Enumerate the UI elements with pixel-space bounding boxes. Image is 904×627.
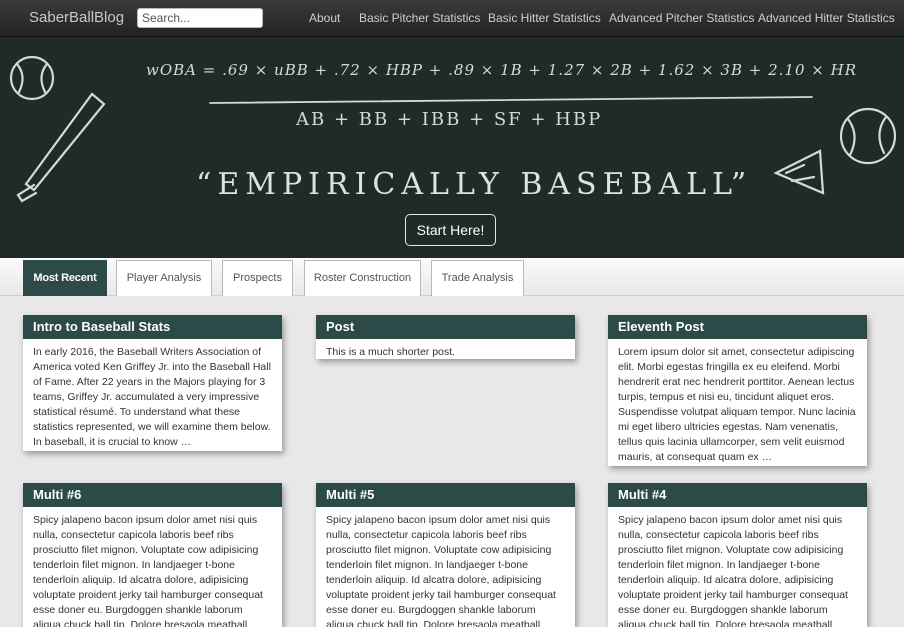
post-title[interactable]: Post xyxy=(316,315,575,339)
post-excerpt: This is a much shorter post. xyxy=(326,346,455,358)
post-card[interactable]: Multi #4 Spicy jalapeno bacon ipsum dolo… xyxy=(608,483,867,627)
nav-link-advanced-pitcher-statistics[interactable]: Advanced Pitcher Statistics xyxy=(609,11,754,25)
nav-link-basic-hitter-statistics[interactable]: Basic Hitter Statistics xyxy=(488,11,601,25)
start-here-button[interactable]: Start Here! xyxy=(405,214,496,246)
tab-roster-construction[interactable]: Roster Construction xyxy=(304,260,421,296)
post-card[interactable]: Multi #6 Spicy jalapeno bacon ipsum dolo… xyxy=(23,483,282,627)
post-excerpt: Spicy jalapeno bacon ipsum dolor amet ni… xyxy=(618,514,848,627)
post-title[interactable]: Multi #4 xyxy=(608,483,867,507)
post-excerpt: Spicy jalapeno bacon ipsum dolor amet ni… xyxy=(326,514,556,627)
post-card[interactable]: Post This is a much shorter post. xyxy=(316,315,575,359)
post-excerpt: Spicy jalapeno bacon ipsum dolor amet ni… xyxy=(33,514,263,627)
glove-icon xyxy=(773,149,825,195)
post-card[interactable]: Multi #5 Spicy jalapeno bacon ipsum dolo… xyxy=(316,483,575,627)
post-title[interactable]: Multi #5 xyxy=(316,483,575,507)
nav-link-basic-pitcher-statistics[interactable]: Basic Pitcher Statistics xyxy=(359,11,480,25)
post-excerpt: In early 2016, the Baseball Writers Asso… xyxy=(33,346,271,448)
post-title[interactable]: Intro to Baseball Stats xyxy=(23,315,282,339)
hero-tagline: “EMPIRICALLY BASEBALL” xyxy=(196,167,753,202)
formula-numerator: wOBA = .69 × uBB + .72 × HBP + .89 × 1B … xyxy=(146,61,857,79)
top-navbar: SaberBallBlog About Basic Pitcher Statis… xyxy=(0,0,904,37)
search-input[interactable] xyxy=(137,8,263,28)
nav-link-about[interactable]: About xyxy=(309,11,340,25)
post-title[interactable]: Eleventh Post xyxy=(608,315,867,339)
site-brand[interactable]: SaberBallBlog xyxy=(29,9,124,26)
tab-prospects[interactable]: Prospects xyxy=(222,260,293,296)
post-title[interactable]: Multi #6 xyxy=(23,483,282,507)
tab-player-analysis[interactable]: Player Analysis xyxy=(116,260,212,296)
post-card[interactable]: Intro to Baseball Stats In early 2016, t… xyxy=(23,315,282,451)
nav-link-advanced-hitter-statistics[interactable]: Advanced Hitter Statistics xyxy=(758,11,895,25)
baseball-icon xyxy=(839,107,897,165)
post-excerpt: Lorem ipsum dolor sit amet, consectetur … xyxy=(618,346,856,463)
tab-trade-analysis[interactable]: Trade Analysis xyxy=(431,260,524,296)
tab-most-recent[interactable]: Most Recent xyxy=(23,260,107,296)
bat-icon xyxy=(16,92,106,203)
formula-denominator: AB + BB + IBB + SF + HBP xyxy=(296,109,603,130)
post-card[interactable]: Eleventh Post Lorem ipsum dolor sit amet… xyxy=(608,315,867,466)
baseball-icon xyxy=(9,55,55,101)
category-tabs: Most Recent Player Analysis Prospects Ro… xyxy=(0,258,904,296)
